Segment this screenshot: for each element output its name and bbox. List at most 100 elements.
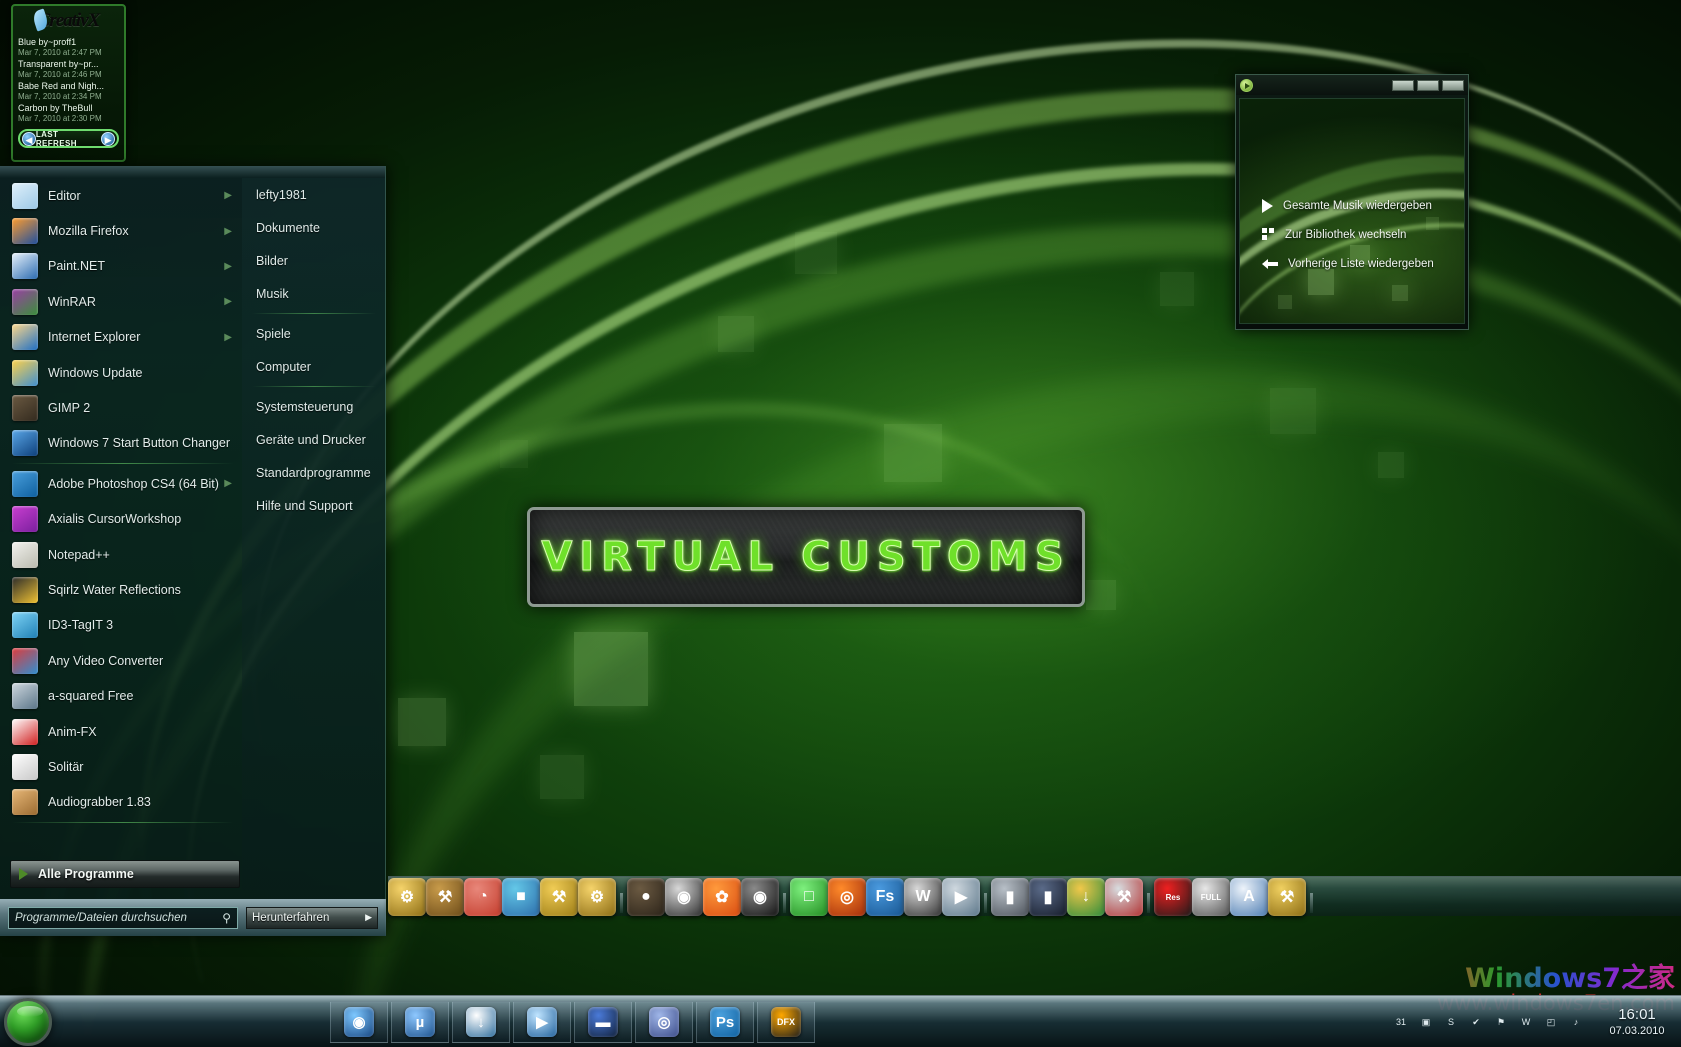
dock-document-a-icon[interactable]: A: [1230, 878, 1268, 916]
start-menu-item-any-video-converter[interactable]: Any Video Converter: [0, 643, 242, 678]
tray-calendar-icon[interactable]: 31: [1392, 1013, 1410, 1031]
taskbar-button-tb-utorrent-icon[interactable]: µ: [391, 1001, 449, 1043]
start-menu-item-axialis-cursorworkshop[interactable]: Axialis CursorWorkshop: [0, 502, 242, 537]
tray-flag-icon[interactable]: ⚑: [1492, 1013, 1510, 1031]
all-programs-button[interactable]: Alle Programme: [10, 860, 240, 888]
dock-media-tools-icon[interactable]: ▶: [942, 878, 980, 916]
start-menu-footer[interactable]: Programme/Dateien durchsuchen ⚲ Herunter…: [0, 899, 386, 936]
start-menu-item-anim-fx[interactable]: Anim-FX: [0, 714, 242, 749]
start-menu-item-winrar[interactable]: WinRAR ▶: [0, 284, 242, 319]
dock-gears-6-right-icon[interactable]: ⚙: [578, 878, 616, 916]
start-menu-item-a-squared-free[interactable]: a-squared Free: [0, 678, 242, 713]
taskbar-button-tb-printer-icon[interactable]: ▬: [574, 1001, 632, 1043]
chevron-right-icon[interactable]: ▶: [224, 478, 232, 489]
start-menu-item-mozilla-firefox[interactable]: Mozilla Firefox ▶: [0, 213, 242, 248]
creativx-feed-item[interactable]: Blue by~proff1 Mar 7, 2010 at 2:47 PM: [13, 37, 124, 58]
start-menu-place-systemsteuerung[interactable]: Systemsteuerung: [242, 390, 385, 423]
dock-video-camera-icon[interactable]: ◉: [741, 878, 779, 916]
chevron-right-icon[interactable]: ▶: [224, 296, 232, 307]
start-menu-item-windows-7-start-button-changer[interactable]: Windows 7 Start Button Changer: [0, 426, 242, 461]
start-menu-place-bilder[interactable]: Bilder: [242, 244, 385, 277]
taskbar-button-tb-browser-icon[interactable]: ◉: [330, 1001, 388, 1043]
left-arrow-icon[interactable]: ◀: [22, 131, 36, 146]
dock-camera-icon[interactable]: ◉: [665, 878, 703, 916]
shutdown-button[interactable]: Herunterfahren ▶: [246, 906, 378, 929]
dock-download-manager-icon[interactable]: ↓: [1067, 878, 1105, 916]
media-player-menu[interactable]: Gesamte Musik wiedergeben Zur Bibliothek …: [1262, 191, 1462, 278]
dock-full-glass-icon[interactable]: FULL: [1192, 878, 1230, 916]
dock-gears-6-left-icon[interactable]: ⚙: [388, 878, 426, 916]
creativx-feed-item[interactable]: Carbon by TheBull Mar 7, 2010 at 2:30 PM: [13, 103, 124, 124]
start-menu-places-list[interactable]: lefty1981 Dokumente Bilder Musik Spiele Compu…: [242, 178, 385, 890]
creativx-refresh-bar[interactable]: ◀ LAST REFRESH ▶: [18, 129, 119, 148]
dock-clean-sweep-icon[interactable]: ◔: [464, 878, 502, 916]
chevron-right-icon[interactable]: ▶: [365, 912, 372, 923]
chevron-right-icon[interactable]: ▶: [224, 226, 232, 237]
tray-network-icon[interactable]: ◰: [1542, 1013, 1560, 1031]
creativx-feed-item[interactable]: Babe Red and Nigh... Mar 7, 2010 at 2:34 …: [13, 81, 124, 102]
start-menu-place-dokumente[interactable]: Dokumente: [242, 211, 385, 244]
tray-winamp-icon[interactable]: W: [1517, 1013, 1535, 1031]
media-player-menu-item[interactable]: Gesamte Musik wiedergeben: [1262, 191, 1462, 220]
start-menu-item-audiograbber-1-83[interactable]: Audiograbber 1.83: [0, 785, 242, 820]
taskbar-buttons[interactable]: ◉ µ ↓ ▶ ▬ ◎ Ps DFX: [330, 1000, 815, 1044]
taskbar-button-tb-dfx-icon[interactable]: DFX: [757, 1001, 815, 1043]
chevron-right-icon[interactable]: ▶: [224, 190, 232, 201]
dock-pc-case-icon[interactable]: ▮: [1029, 878, 1067, 916]
tray-full-glass-icon[interactable]: ▣: [1417, 1013, 1435, 1031]
media-player-gadget[interactable]: Gesamte Musik wiedergeben Zur Bibliothek …: [1235, 74, 1469, 330]
start-menu-item-notepad[interactable]: Notepad++: [0, 537, 242, 572]
media-player-menu-item[interactable]: Zur Bibliothek wechseln: [1262, 220, 1462, 249]
tray-shield-icon[interactable]: ✔: [1467, 1013, 1485, 1031]
start-menu-place-computer[interactable]: Computer: [242, 350, 385, 383]
dock-photo-viewer-icon[interactable]: ✿: [703, 878, 741, 916]
start-menu-place-hilfe-und-support[interactable]: Hilfe und Support: [242, 489, 385, 522]
minimize-button[interactable]: [1392, 79, 1414, 91]
start-menu-place-spiele[interactable]: Spiele: [242, 317, 385, 350]
dock-server-tower-icon[interactable]: ▮: [991, 878, 1029, 916]
right-arrow-icon[interactable]: ▶: [101, 131, 115, 146]
dock-colorful-cubes-icon[interactable]: ■: [502, 878, 540, 916]
start-menu-item-windows-update[interactable]: Windows Update: [0, 355, 242, 390]
start-menu-place-musik[interactable]: Musik: [242, 277, 385, 310]
window-buttons[interactable]: [1392, 79, 1464, 91]
start-menu-item-adobe-photoshop-cs4-64-bit[interactable]: Adobe Photoshop CS4 (64 Bit) ▶: [0, 466, 242, 501]
dock-repair-tools-icon[interactable]: ⚒: [1105, 878, 1143, 916]
chevron-right-icon[interactable]: ▶: [224, 261, 232, 272]
dock-winamp-icon[interactable]: W: [904, 878, 942, 916]
start-menu-item-paint-net[interactable]: Paint.NET ▶: [0, 249, 242, 284]
start-menu-program-list[interactable]: Editor ▶ Mozilla Firefox ▶ Paint.NET ▶ WinRAR ▶…: [0, 178, 242, 890]
tray-snap-icon[interactable]: S: [1442, 1013, 1460, 1031]
dock-fireshot-icon[interactable]: Fs: [866, 878, 904, 916]
creativx-gadget[interactable]: CreativX Blue by~proff1 Mar 7, 2010 at 2:…: [11, 4, 126, 162]
taskbar-button-tb-download-icon[interactable]: ↓: [452, 1001, 510, 1043]
dock-hammer-tools-icon[interactable]: ⚒: [1268, 878, 1306, 916]
application-dock[interactable]: ⚙ ⚒ ◔ ■ ⚒ ⚙ ● ◉ ✿ ◉ □ ◎ Fs W ▶ ▮ ▮ ↓ ⚒ Res FULL A ⚒: [388, 876, 1681, 916]
tray-volume-icon[interactable]: ♪: [1567, 1013, 1585, 1031]
search-icon[interactable]: ⚲: [222, 911, 231, 925]
taskbar[interactable]: ◉ µ ↓ ▶ ▬ ◎ Ps DFX 31 ▣ S ✔ ⚑ W ◰ ♪ 16:01 07.03.2010: [0, 995, 1681, 1047]
dock-res-hacker-icon[interactable]: Res: [1154, 878, 1192, 916]
taskbar-button-tb-photoshop-icon[interactable]: Ps: [696, 1001, 754, 1043]
start-menu[interactable]: Editor ▶ Mozilla Firefox ▶ Paint.NET ▶ WinRAR ▶…: [0, 166, 386, 936]
tray-icon-list[interactable]: 31 ▣ S ✔ ⚑ W ◰ ♪: [1392, 1013, 1585, 1031]
taskbar-button-tb-disk-icon[interactable]: ◎: [635, 1001, 693, 1043]
creativx-feed-item[interactable]: Transparent by~pr... Mar 7, 2010 at 2:46 …: [13, 59, 124, 80]
start-menu-item-editor[interactable]: Editor ▶: [0, 178, 242, 213]
dock-monitor-icon[interactable]: □: [790, 878, 828, 916]
taskbar-clock[interactable]: 16:01 07.03.2010: [1599, 1006, 1675, 1039]
start-menu-item-id3-tagit-3[interactable]: ID3-TagIT 3: [0, 608, 242, 643]
close-button[interactable]: [1442, 79, 1464, 91]
taskbar-button-tb-media-player-icon[interactable]: ▶: [513, 1001, 571, 1043]
start-menu-item-solit-r[interactable]: Solitär: [0, 749, 242, 784]
maximize-button[interactable]: [1417, 79, 1439, 91]
dock-tools-coins-icon[interactable]: ⚒: [540, 878, 578, 916]
system-tray[interactable]: 31 ▣ S ✔ ⚑ W ◰ ♪ 16:01 07.03.2010: [1392, 996, 1675, 1047]
start-menu-place-ger-te-und-drucker[interactable]: Geräte und Drucker: [242, 423, 385, 456]
dock-burning-disc-icon[interactable]: ◎: [828, 878, 866, 916]
start-menu-item-internet-explorer[interactable]: Internet Explorer ▶: [0, 320, 242, 355]
play-orb-icon[interactable]: [1240, 78, 1253, 92]
start-menu-item-gimp-2[interactable]: GIMP 2: [0, 390, 242, 425]
chevron-right-icon[interactable]: ▶: [224, 332, 232, 343]
media-player-menu-item[interactable]: Vorherige Liste wiedergeben: [1262, 249, 1462, 278]
